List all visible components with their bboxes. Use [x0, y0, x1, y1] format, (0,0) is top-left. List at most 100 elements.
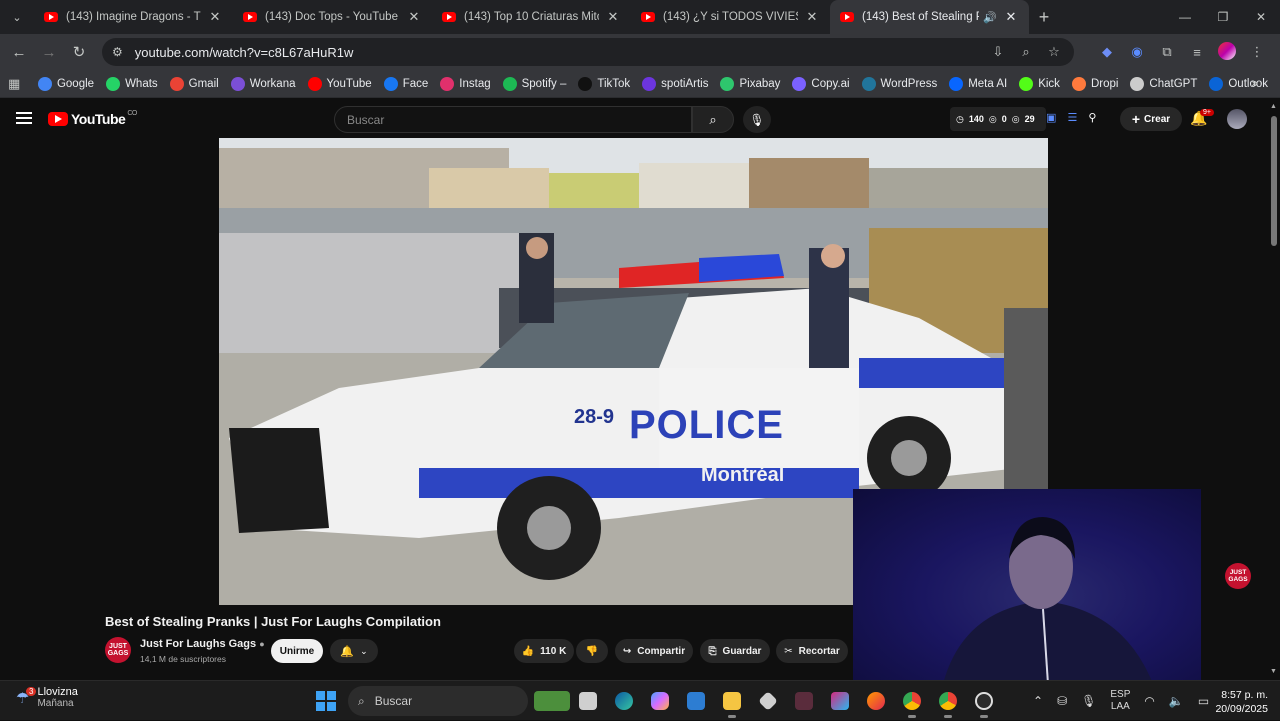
close-tab-icon[interactable]: ✕ [207, 9, 223, 25]
url-field[interactable]: ⚙ youtube.com/watch?v=c8L67aHuR1w [102, 38, 1074, 66]
bookmark-6[interactable]: Instag [440, 76, 491, 91]
bookmark-0[interactable]: Google [37, 76, 94, 91]
extension-lines-icon[interactable]: ☰ [1067, 112, 1077, 124]
tray-microphone-icon[interactable]: 🎙 [1081, 694, 1096, 708]
extension-stats[interactable]: ◷ 140 ◎ 0 ◎ 29 [950, 107, 1046, 131]
bookmark-17[interactable]: Outlook [1209, 76, 1268, 91]
bookmark-11[interactable]: Copy.ai [792, 76, 850, 91]
extension-circle-icon[interactable]: ◉ [1122, 44, 1152, 60]
tray-chevron-up-icon[interactable]: ⌃ [1033, 694, 1043, 708]
search-input[interactable]: Buscar [334, 106, 692, 133]
scroll-up-icon[interactable]: ▲ [1270, 103, 1277, 110]
bookmark-7[interactable]: Spotify – [502, 76, 566, 91]
voice-search-button[interactable]: 🎙 [743, 106, 771, 133]
extension-tag-icon[interactable]: ◆ [1092, 44, 1122, 60]
bookmark-favicon-icon [1019, 76, 1034, 91]
bookmark-10[interactable]: Pixabay [720, 76, 780, 91]
dislike-button[interactable]: 👎 [576, 639, 608, 663]
chrome-icon[interactable] [894, 681, 930, 721]
back-icon[interactable]: ← [4, 44, 34, 61]
tab-search-chevron-icon[interactable]: ⌄ [0, 0, 34, 34]
input-language[interactable]: ESP LAA [1110, 689, 1130, 713]
like-button[interactable]: 👍 110 K [514, 639, 574, 663]
firefox-icon[interactable] [858, 681, 894, 721]
restore-icon[interactable]: ❐ [1204, 0, 1242, 34]
bookmark-12[interactable]: WordPress [861, 76, 937, 91]
tab-2[interactable]: (143) Top 10 Criaturas Mitológicas ✕ [432, 0, 631, 34]
bookmark-4[interactable]: YouTube [307, 76, 372, 91]
obs-icon[interactable] [966, 681, 1002, 721]
tab-1[interactable]: (143) Doc Tops - YouTube ✕ [233, 0, 432, 34]
widgets-app-icon[interactable] [534, 681, 570, 721]
close-tab-icon[interactable]: ✕ [804, 9, 820, 25]
clip-button[interactable]: ✂ Recortar [776, 639, 848, 663]
site-info-icon[interactable]: ⚙ [112, 45, 123, 59]
speaker-icon[interactable]: 🔊 [983, 11, 997, 24]
channel-watermark[interactable]: JUST GAGS [1225, 563, 1251, 589]
tab-4-active[interactable]: (143) Best of Stealing Pranks 🔊 ✕ [830, 0, 1029, 34]
zoom-icon[interactable]: ⌕ [1012, 44, 1040, 60]
scroll-thumb[interactable] [1271, 116, 1277, 246]
bookmark-14[interactable]: Kick [1019, 76, 1060, 91]
close-tab-icon[interactable]: ✕ [605, 9, 621, 25]
minimize-icon[interactable]: — [1166, 0, 1204, 34]
close-window-icon[interactable]: ✕ [1242, 0, 1280, 34]
channel-name[interactable]: Just For Laughs Gags ● [140, 638, 265, 650]
davinci-icon[interactable] [786, 681, 822, 721]
app-hexagon-icon[interactable] [750, 681, 786, 721]
start-button-icon[interactable] [316, 691, 336, 711]
tray-app-icon[interactable]: ⛁ [1057, 694, 1067, 708]
share-button[interactable]: ↪ Compartir [615, 639, 693, 663]
install-app-icon[interactable]: ⇩ [984, 44, 1012, 60]
copilot-icon[interactable] [642, 681, 678, 721]
edge-icon[interactable] [606, 681, 642, 721]
forward-icon[interactable]: → [34, 44, 64, 61]
battery-icon[interactable]: ▭ [1198, 694, 1209, 708]
subscription-bell-button[interactable]: 🔔 ⌄ [330, 639, 378, 663]
chrome-profile-icon[interactable] [930, 681, 966, 721]
page-scrollbar[interactable]: ▲ ▼ [1268, 100, 1280, 680]
file-explorer-icon[interactable] [714, 681, 750, 721]
system-clock[interactable]: 8:57 p. m. 20/09/2025 [1215, 688, 1268, 716]
extension-pin-icon[interactable]: ⚲ [1088, 112, 1096, 124]
bookmark-star-icon[interactable]: ☆ [1040, 44, 1068, 60]
task-view-icon[interactable] [570, 681, 606, 721]
bookmark-13[interactable]: Meta AI [949, 76, 1007, 91]
bookmark-9[interactable]: spotiArtis [642, 76, 708, 91]
youtube-logo[interactable]: YouTube CO [48, 110, 137, 127]
close-tab-icon[interactable]: ✕ [406, 9, 422, 25]
scroll-down-icon[interactable]: ▼ [1270, 668, 1277, 675]
search-button[interactable]: ⌕ [692, 106, 734, 133]
bookmark-1[interactable]: Whats [106, 76, 158, 91]
reload-icon[interactable]: ↻ [64, 43, 94, 61]
bookmark-8[interactable]: TikTok [578, 76, 630, 91]
volume-icon[interactable]: 🔈 [1169, 694, 1184, 708]
taskbar-search-input[interactable]: ⌕ Buscar [348, 686, 528, 716]
extensions-puzzle-icon[interactable]: ⧉ [1152, 44, 1182, 60]
snipping-tool-icon[interactable] [822, 681, 858, 721]
profile-avatar-icon[interactable] [1212, 41, 1242, 63]
create-button[interactable]: + Crear [1120, 107, 1182, 131]
tab-3[interactable]: (143) ¿Y si TODOS VIVIÉSEMOS ✕ [631, 0, 830, 34]
bookmark-3[interactable]: Workana [230, 76, 296, 91]
bookmark-2[interactable]: Gmail [169, 76, 219, 91]
channel-avatar[interactable]: JUST GAGS [105, 637, 131, 663]
extension-square-icon[interactable]: ▣ [1046, 112, 1056, 124]
bookmark-16[interactable]: ChatGPT [1130, 76, 1197, 91]
save-button[interactable]: ⎘ Guardar [700, 639, 770, 663]
weather-widget[interactable]: ☂ 3 Llovizna Mañana [16, 686, 78, 709]
browser-menu-icon[interactable]: ⋮ [1242, 44, 1272, 60]
new-tab-icon[interactable]: + [1029, 7, 1059, 28]
tab-0[interactable]: (143) Imagine Dragons - Thunder ✕ [34, 0, 233, 34]
apps-grid-icon[interactable]: ▦ [8, 76, 24, 92]
bookmark-5[interactable]: Face [383, 76, 428, 91]
reading-list-icon[interactable]: ≡ [1182, 45, 1212, 60]
join-button[interactable]: Unirme [271, 639, 323, 663]
wifi-icon[interactable]: ◠ [1144, 694, 1154, 708]
close-tab-icon[interactable]: ✕ [1003, 9, 1019, 25]
account-avatar[interactable] [1227, 109, 1247, 129]
menu-icon[interactable] [16, 112, 32, 127]
store-icon[interactable] [678, 681, 714, 721]
bookmark-15[interactable]: Dropi [1071, 76, 1118, 91]
more-bookmarks-icon[interactable]: » [1251, 76, 1258, 90]
